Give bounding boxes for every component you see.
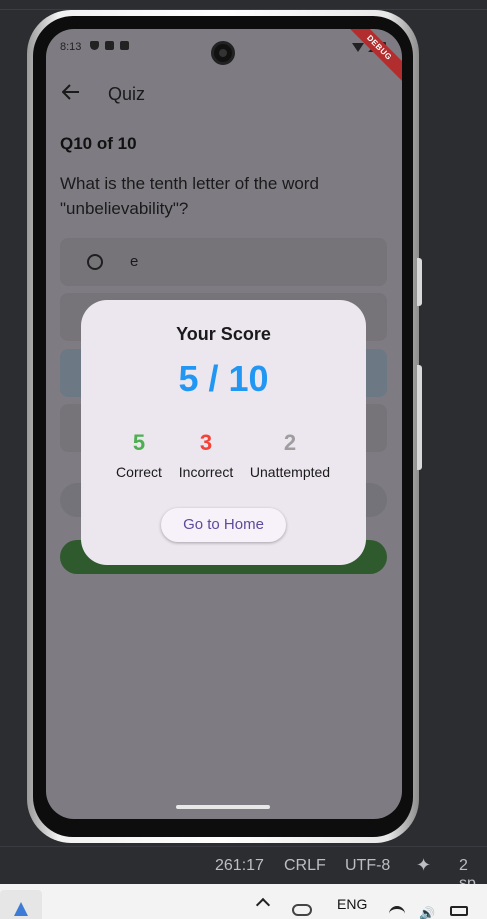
show-hidden-icons-chevron-up-icon[interactable] bbox=[255, 897, 271, 913]
question-text: What is the tenth letter of the word "un… bbox=[60, 174, 319, 218]
stat-correct: 5 Correct bbox=[111, 430, 167, 480]
ide-status-bar: 261:17 CRLF UTF-8 ✦ 2 sp bbox=[0, 846, 487, 892]
incorrect-label: Incorrect bbox=[178, 464, 234, 480]
battery-icon[interactable] bbox=[450, 906, 468, 916]
sd-card-icon bbox=[105, 41, 114, 50]
score-value: 5 / 10 bbox=[178, 358, 269, 399]
android-status-bar: 8:13 DEBUG bbox=[46, 29, 402, 85]
taskbar-app-button[interactable] bbox=[0, 890, 42, 919]
windows-taskbar: ENG 🔊 bbox=[0, 884, 487, 919]
go-to-home-button[interactable]: Go to Home bbox=[161, 508, 286, 542]
cursor-position[interactable]: 261:17 bbox=[215, 857, 264, 875]
gesture-home-indicator[interactable] bbox=[176, 805, 270, 809]
stat-unattempted: 2 Unattempted bbox=[245, 430, 335, 480]
phone-power-button[interactable] bbox=[417, 258, 422, 306]
shield-icon bbox=[90, 41, 99, 50]
front-camera bbox=[211, 41, 235, 65]
back-arrow-icon[interactable] bbox=[62, 83, 80, 101]
android-studio-icon bbox=[14, 902, 28, 916]
page-title: Quiz bbox=[108, 84, 146, 104]
dialog-title: Your Score bbox=[176, 324, 271, 344]
app-bar: Quiz bbox=[46, 73, 402, 113]
wifi-icon bbox=[352, 42, 364, 52]
incorrect-count: 3 bbox=[199, 430, 213, 455]
phone-volume-button[interactable] bbox=[417, 365, 422, 470]
onedrive-cloud-icon[interactable] bbox=[292, 904, 312, 916]
file-encoding[interactable]: UTF-8 bbox=[345, 857, 390, 875]
ai-assistant-icon[interactable]: ✦ bbox=[416, 855, 431, 876]
answer-option[interactable]: e bbox=[60, 238, 387, 286]
radio-button-icon[interactable] bbox=[87, 254, 103, 270]
app-notification-icon bbox=[120, 41, 129, 50]
unattempted-count: 2 bbox=[283, 430, 297, 455]
status-time: 8:13 bbox=[60, 41, 82, 53]
correct-label: Correct bbox=[116, 464, 162, 480]
ide-top-strip bbox=[0, 0, 487, 10]
line-separator[interactable]: CRLF bbox=[284, 857, 326, 875]
question-number: Q10 of 10 bbox=[60, 134, 137, 153]
stat-incorrect: 3 Incorrect bbox=[175, 430, 237, 480]
input-language[interactable]: ENG bbox=[337, 896, 367, 912]
answer-option-label: e bbox=[130, 253, 139, 270]
score-dialog: Your Score 5 / 10 5 Correct 3 Incorrect … bbox=[81, 300, 366, 565]
volume-icon[interactable]: 🔊 bbox=[419, 906, 435, 919]
notification-icons bbox=[90, 41, 129, 50]
unattempted-label: Unattempted bbox=[249, 464, 331, 480]
correct-count: 5 bbox=[132, 430, 146, 455]
wifi-icon[interactable] bbox=[389, 906, 405, 916]
